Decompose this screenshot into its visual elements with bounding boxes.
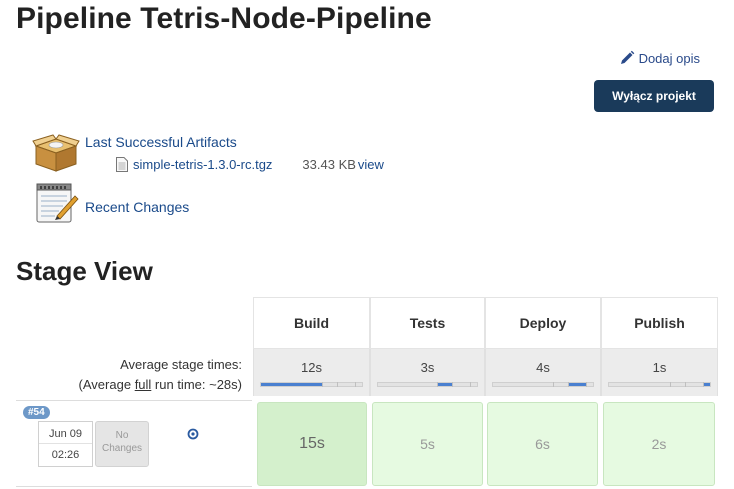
avg-cell-tests: 3s xyxy=(370,349,485,396)
progress-bar-deploy xyxy=(492,382,594,387)
file-icon xyxy=(116,157,128,172)
stage-header-publish: Publish xyxy=(601,297,718,349)
last-successful-artifacts-link[interactable]: Last Successful Artifacts xyxy=(85,134,237,150)
average-stage-times-text: Average stage times: xyxy=(120,357,242,372)
avg-time-deploy: 4s xyxy=(536,360,550,375)
row-divider xyxy=(16,400,252,401)
artifact-file-link[interactable]: simple-tetris-1.3.0-rc.tgz xyxy=(133,157,272,172)
stage-header-build: Build xyxy=(253,297,370,349)
progress-tick xyxy=(321,382,323,387)
edit-description-label: Dodaj opis xyxy=(638,50,700,66)
avg-time-publish: 1s xyxy=(652,360,667,375)
progress-fill xyxy=(702,383,710,386)
build-number-badge[interactable]: #54 xyxy=(23,406,50,419)
package-box-icon xyxy=(32,134,80,172)
stage-cell-publish[interactable]: 2s xyxy=(603,402,715,486)
stage-view-table: Build Tests Deploy Publish Average stage… xyxy=(16,297,718,489)
avg-time-build: 12s xyxy=(301,360,322,375)
no-changes-box: No Changes xyxy=(95,421,149,467)
run-time: 02:26 xyxy=(51,449,80,461)
run-date: Jun 09 xyxy=(39,422,92,444)
artifact-size: 33.43 KB xyxy=(302,157,356,172)
run-date-box: Jun 09 02:26 xyxy=(38,421,93,467)
stage-header-tests: Tests xyxy=(370,297,485,349)
progress-tick xyxy=(452,382,454,387)
page-title: Pipeline Tetris-Node-Pipeline xyxy=(16,2,432,35)
progress-fill xyxy=(568,383,586,386)
progress-tick xyxy=(553,382,554,387)
progress-tick xyxy=(568,382,569,387)
progress-tick xyxy=(470,382,472,387)
progress-fill xyxy=(261,383,322,386)
artifact-view-link[interactable]: view xyxy=(358,157,384,172)
stage-cell-deploy[interactable]: 6s xyxy=(487,402,598,486)
avg-cell-build: 12s xyxy=(253,349,370,396)
progress-tick xyxy=(354,382,356,387)
stage-cell-build[interactable]: 15s xyxy=(257,402,367,486)
edit-description-link[interactable]: Dodaj opis xyxy=(619,50,700,66)
pencil-icon xyxy=(620,50,634,64)
progress-tick xyxy=(702,382,704,387)
progress-fill xyxy=(437,383,453,386)
progress-bar-publish xyxy=(608,382,711,387)
recent-changes-link[interactable]: Recent Changes xyxy=(85,199,189,215)
progress-bar-build xyxy=(260,382,363,387)
run-status-icon[interactable] xyxy=(187,428,199,440)
stage-view-title: Stage View xyxy=(16,256,153,286)
progress-tick xyxy=(669,382,671,387)
row-bottom-divider xyxy=(16,486,252,487)
stage-cell-tests[interactable]: 5s xyxy=(372,402,483,486)
progress-tick xyxy=(336,382,338,387)
artifact-row: simple-tetris-1.3.0-rc.tgz 33.43 KB view xyxy=(116,157,384,172)
average-full-run-text: (Average full run time: ~28s) xyxy=(78,377,242,392)
notepad-icon xyxy=(36,183,79,223)
stage-header-deploy: Deploy xyxy=(485,297,601,349)
disable-project-button[interactable]: Wyłącz projekt xyxy=(594,80,714,112)
avg-cell-deploy: 4s xyxy=(485,349,601,396)
progress-tick xyxy=(586,382,587,387)
full-run-link[interactable]: full xyxy=(135,377,152,392)
progress-bar-tests xyxy=(377,382,478,387)
avg-cell-publish: 1s xyxy=(601,349,718,396)
progress-tick xyxy=(684,382,686,387)
average-times-label: Average stage times: (Average full run t… xyxy=(16,355,242,395)
progress-tick xyxy=(437,382,439,387)
avg-time-tests: 3s xyxy=(420,360,435,375)
